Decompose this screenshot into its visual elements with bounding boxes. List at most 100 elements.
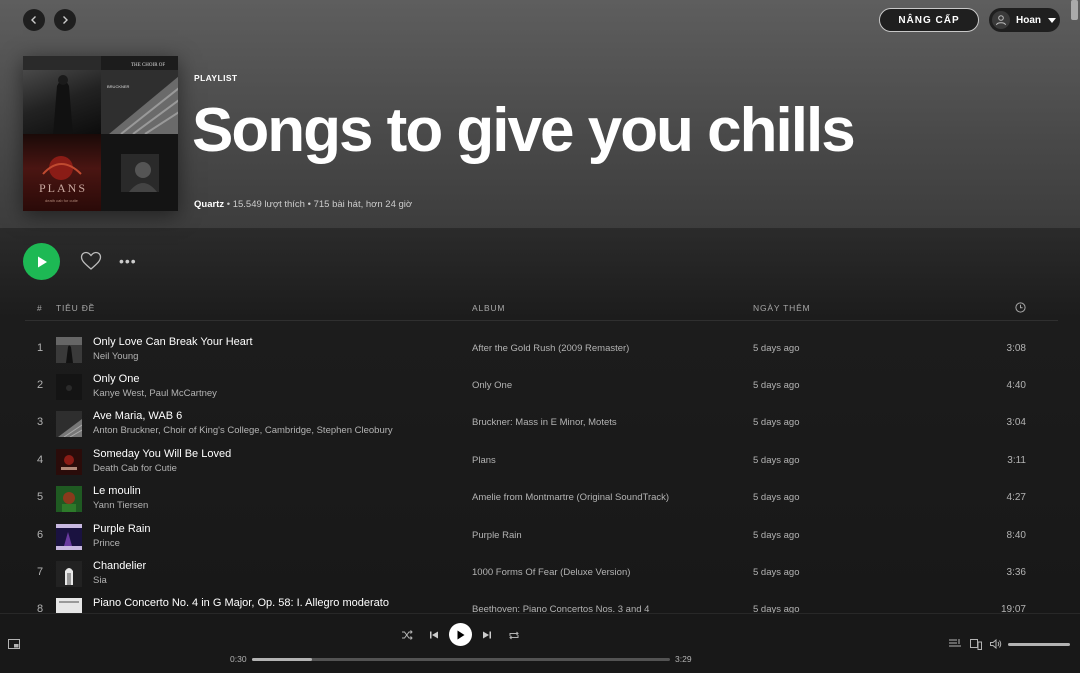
shuffle-icon: [402, 630, 413, 640]
track-number: 3: [36, 416, 44, 428]
cover-tile-2: THE CHOIR OF BRUCKNER: [100, 56, 178, 134]
playlist-cover: THE CHOIR OF BRUCKNER PLANS death cab for …: [23, 56, 178, 211]
track-number: 5: [36, 491, 44, 503]
track-date-added: 5 days ago: [753, 530, 800, 541]
track-title[interactable]: Chandelier: [93, 560, 146, 572]
shuffle-button[interactable]: [400, 628, 414, 642]
user-icon: [992, 11, 1010, 29]
track-row[interactable]: 1 Only Love Can Break Your Heart Neil Yo…: [25, 332, 1058, 369]
playlist-meta: Quartz • 15.549 lượt thích • 715 bài hát…: [194, 199, 412, 210]
track-duration: 8:40: [1006, 530, 1026, 541]
next-button[interactable]: [480, 628, 494, 642]
album-art-thumbnail: [56, 561, 82, 587]
picture-in-picture-button[interactable]: [8, 639, 20, 649]
play-icon: [457, 630, 465, 639]
album-art-thumbnail: [56, 598, 82, 613]
album-art-thumbnail: [56, 449, 82, 475]
track-row[interactable]: 8 Piano Concerto No. 4 in G Major, Op. 5…: [25, 593, 1058, 613]
forward-button[interactable]: [54, 9, 76, 31]
track-duration: 4:27: [1006, 492, 1026, 503]
now-playing-bar: 0:30 3:29: [0, 613, 1080, 673]
album-art-thumbnail: [56, 486, 82, 512]
repeat-button[interactable]: [507, 628, 521, 642]
track-title[interactable]: Le moulin: [93, 485, 141, 497]
chevron-left-icon: [31, 16, 36, 24]
column-header-duration[interactable]: [1015, 302, 1026, 315]
play-pause-button[interactable]: [449, 623, 472, 646]
track-row[interactable]: 4 Someday You Will Be Loved Death Cab fo…: [25, 444, 1058, 481]
track-title[interactable]: Someday You Will Be Loved: [93, 448, 231, 460]
play-button[interactable]: [23, 243, 60, 280]
track-row[interactable]: 5 Le moulin Yann Tiersen Amelie from Mon…: [25, 481, 1058, 518]
back-button[interactable]: [23, 9, 45, 31]
track-row[interactable]: 2 Only One Kanye West, Paul McCartney On…: [25, 369, 1058, 406]
track-row[interactable]: 3 Ave Maria, WAB 6 Anton Bruckner, Choir…: [25, 406, 1058, 443]
track-number: 2: [36, 379, 44, 391]
user-name: Hoan: [1016, 14, 1041, 26]
more-options-button[interactable]: •••: [119, 253, 137, 269]
track-album[interactable]: Only One: [472, 380, 512, 391]
queue-button[interactable]: [948, 638, 962, 650]
volume-icon: [990, 639, 1002, 649]
track-duration: 3:04: [1006, 417, 1026, 428]
scrollbar-thumb[interactable]: [1071, 0, 1078, 20]
volume-slider[interactable]: [1008, 643, 1070, 646]
cover-tile-4: [100, 133, 178, 211]
track-duration: 3:08: [1006, 343, 1026, 354]
progress-bar-fill: [252, 658, 312, 661]
like-button[interactable]: [80, 251, 102, 276]
track-title[interactable]: Ave Maria, WAB 6: [93, 410, 182, 422]
svg-text:THE CHOIR OF: THE CHOIR OF: [131, 63, 165, 68]
track-title[interactable]: Purple Rain: [93, 523, 150, 535]
upgrade-button[interactable]: NÂNG CẤP: [879, 8, 979, 32]
user-menu-button[interactable]: Hoan: [989, 8, 1060, 32]
track-artist[interactable]: Anton Bruckner, Choir of King's College,…: [93, 425, 393, 436]
track-artist[interactable]: Kanye West, Paul McCartney: [93, 388, 217, 399]
track-artist[interactable]: Prince: [93, 538, 120, 549]
track-album[interactable]: Purple Rain: [472, 530, 522, 541]
track-row[interactable]: 6 Purple Rain Prince Purple Rain 5 days …: [25, 519, 1058, 556]
column-header-title[interactable]: TIÊU ĐỀ: [56, 303, 95, 313]
clock-icon: [1015, 302, 1026, 313]
playlist-owner-link[interactable]: Quartz: [194, 199, 224, 210]
column-header-date-added[interactable]: NGÀY THÊM: [753, 303, 810, 313]
previous-button[interactable]: [427, 628, 441, 642]
repeat-icon: [509, 631, 519, 639]
track-artist[interactable]: Neil Young: [93, 351, 138, 362]
svg-text:BRUCKNER: BRUCKNER: [107, 84, 130, 89]
caret-down-icon: [1048, 17, 1056, 23]
track-album[interactable]: Beethoven: Piano Concertos Nos. 3 and 4: [472, 604, 649, 613]
mute-button[interactable]: [989, 638, 1003, 650]
progress-bar[interactable]: [252, 658, 670, 661]
playlist-stats: • 15.549 lượt thích • 715 bài hát, hơn 2…: [224, 199, 413, 210]
track-album[interactable]: After the Gold Rush (2009 Remaster): [472, 343, 629, 354]
playlist-title: Songs to give you chills: [192, 96, 856, 165]
track-number: 8: [36, 603, 44, 613]
album-art-thumbnail: [56, 411, 82, 437]
track-duration: 3:11: [1007, 455, 1026, 466]
track-album[interactable]: Amelie from Montmartre (Original SoundTr…: [472, 492, 669, 503]
track-album[interactable]: 1000 Forms Of Fear (Deluxe Version): [472, 567, 630, 578]
album-art-thumbnail: [56, 374, 82, 400]
album-art-thumbnail: [56, 337, 82, 363]
track-album[interactable]: Plans: [472, 455, 496, 466]
track-artist[interactable]: Yann Tiersen: [93, 500, 148, 511]
track-row[interactable]: 7 Chandelier Sia 1000 Forms Of Fear (Del…: [25, 556, 1058, 593]
track-artist[interactable]: Sia: [93, 575, 107, 586]
skip-back-icon: [430, 631, 438, 639]
track-date-added: 5 days ago: [753, 567, 800, 578]
elapsed-time: 0:30: [230, 654, 247, 664]
track-album[interactable]: Bruckner: Mass in E Minor, Motets: [472, 417, 617, 428]
skip-forward-icon: [483, 631, 491, 639]
track-artist[interactable]: Death Cab for Cutie: [93, 463, 177, 474]
track-title[interactable]: Only Love Can Break Your Heart: [93, 336, 253, 348]
queue-icon: [949, 639, 961, 647]
total-time: 3:29: [675, 654, 692, 664]
play-icon: [37, 256, 47, 267]
devices-button[interactable]: [969, 638, 983, 650]
track-title[interactable]: Only One: [93, 373, 139, 385]
column-header-album[interactable]: ALBUM: [472, 303, 505, 313]
track-title[interactable]: Piano Concerto No. 4 in G Major, Op. 58:…: [93, 597, 389, 609]
column-header-number: #: [37, 303, 43, 313]
album-art-thumbnail: [56, 524, 82, 550]
